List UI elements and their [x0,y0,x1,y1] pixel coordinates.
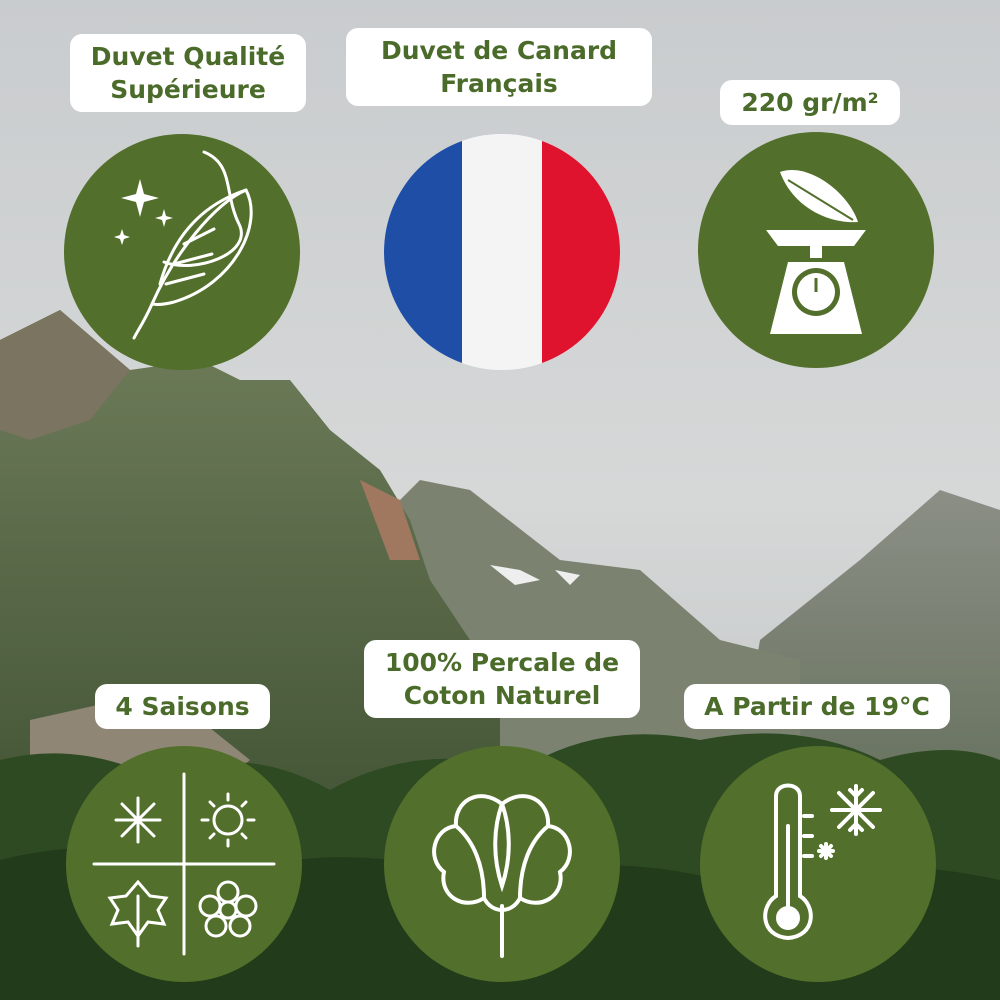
temperature-badge [700,746,936,982]
scale-badge [698,132,934,368]
four-seasons-icon [92,772,276,956]
scale-feather-icon [766,170,866,334]
seasons-badge [66,746,302,982]
label-duvet-qualite: Duvet Qualité Supérieure [70,34,306,112]
cotton-badge [384,746,620,982]
thermometer-snowflake-icon [763,783,882,941]
label-line: 4 Saisons [115,692,250,721]
label-weight: 220 gr/m² [720,80,900,125]
feather-sparkle-icon [114,150,253,340]
label-line: Duvet de Canard [380,36,618,65]
french-flag-icon [384,134,620,370]
label-line: Français [440,69,558,98]
label-percale: 100% Percale de Coton Naturel [364,640,640,718]
cotton-flower-icon [432,794,572,958]
label-line: A Partir de 19°C [704,692,930,721]
feather-badge [64,134,300,370]
label-duvet-canard: Duvet de Canard Français [346,28,652,106]
label-line: Coton Naturel [403,681,601,710]
french-flag-badge [384,134,620,370]
label-line: Supérieure [110,75,266,104]
label-saisons: 4 Saisons [95,684,270,729]
label-temperature: A Partir de 19°C [684,684,950,729]
label-line: 220 gr/m² [741,88,879,117]
label-line: 100% Percale de [384,648,620,677]
label-line: Duvet Qualité [90,42,286,71]
